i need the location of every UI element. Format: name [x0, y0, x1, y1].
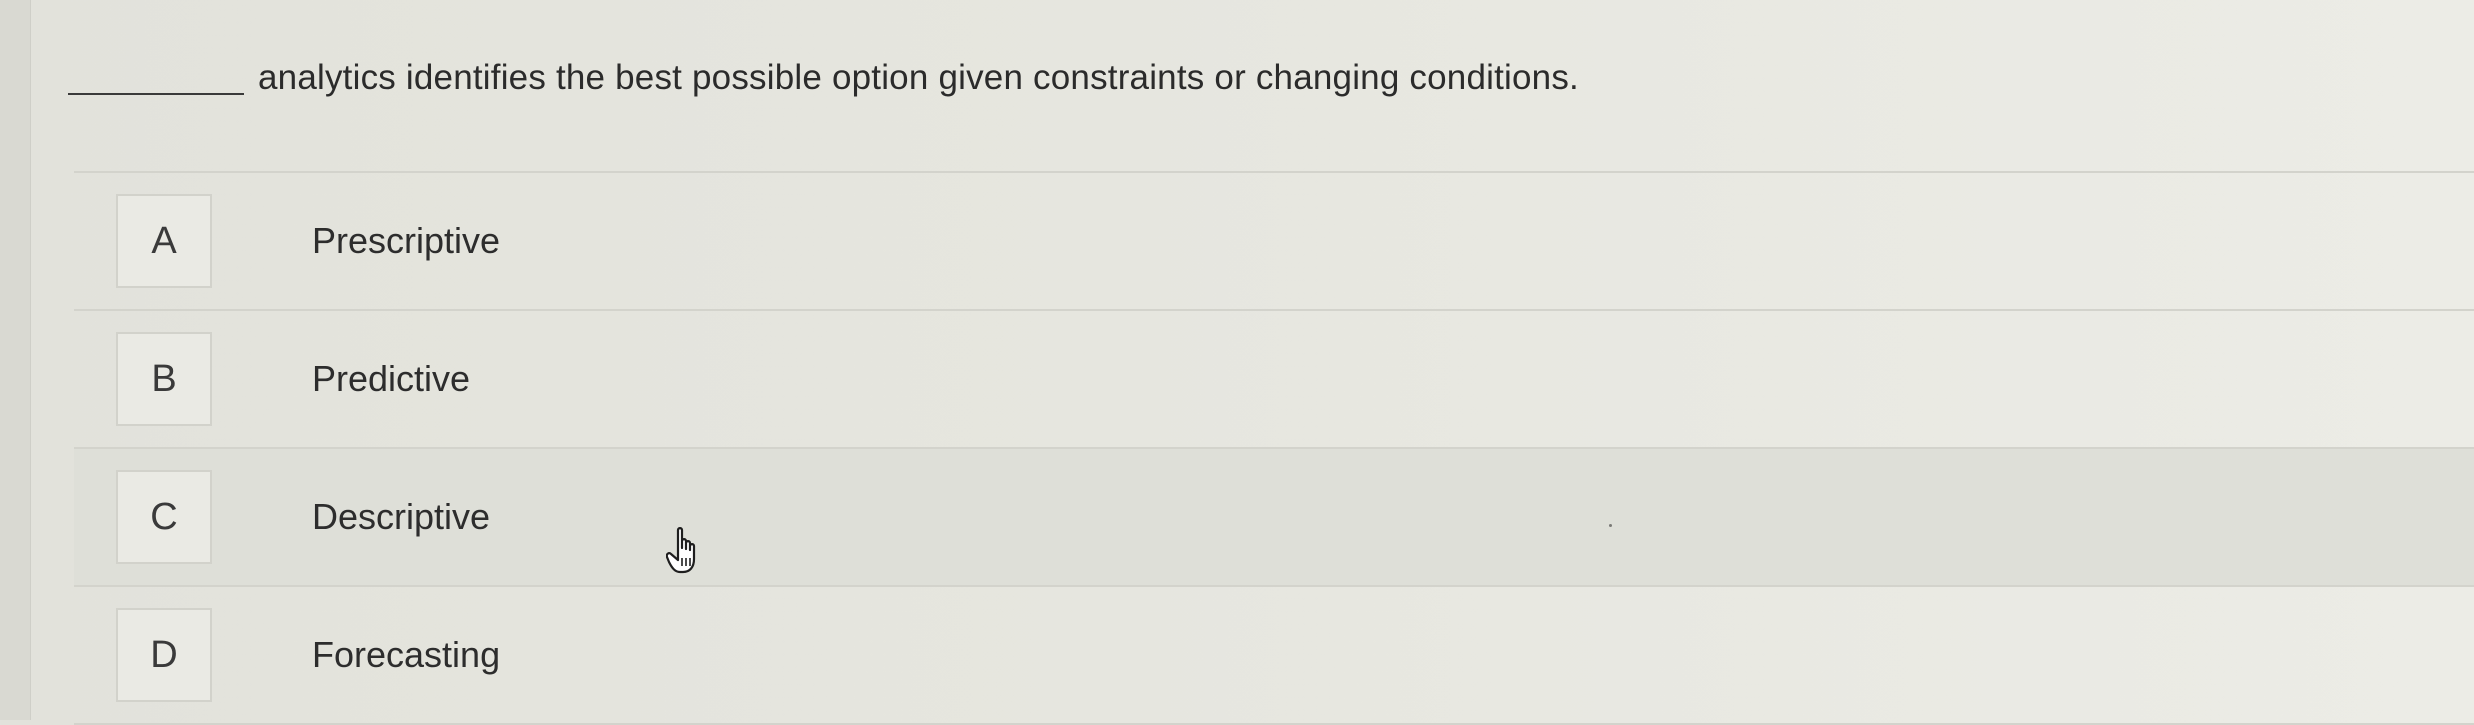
option-d[interactable]: D Forecasting	[74, 587, 2474, 725]
option-letter-box[interactable]: A	[116, 194, 212, 288]
answer-options-list: A Prescriptive B Predictive C Descriptiv…	[74, 171, 2474, 725]
option-letter-box[interactable]: D	[116, 608, 212, 702]
option-b[interactable]: B Predictive	[74, 311, 2474, 449]
screen-speck	[1609, 524, 1612, 527]
option-letter-box[interactable]: C	[116, 470, 212, 564]
answer-blank	[68, 93, 244, 95]
left-edge-divider	[0, 0, 31, 720]
option-letter-box[interactable]: B	[116, 332, 212, 426]
option-label[interactable]: Descriptive	[312, 449, 490, 585]
hand-pointer-icon	[666, 527, 696, 574]
question-prompt: analytics identifies the best possible o…	[68, 50, 1579, 106]
question-text: analytics identifies the best possible o…	[258, 58, 1579, 97]
option-label[interactable]: Predictive	[312, 311, 470, 447]
option-a[interactable]: A Prescriptive	[74, 173, 2474, 311]
option-c[interactable]: C Descriptive	[74, 449, 2474, 587]
option-label[interactable]: Prescriptive	[312, 173, 500, 309]
option-label[interactable]: Forecasting	[312, 587, 500, 723]
